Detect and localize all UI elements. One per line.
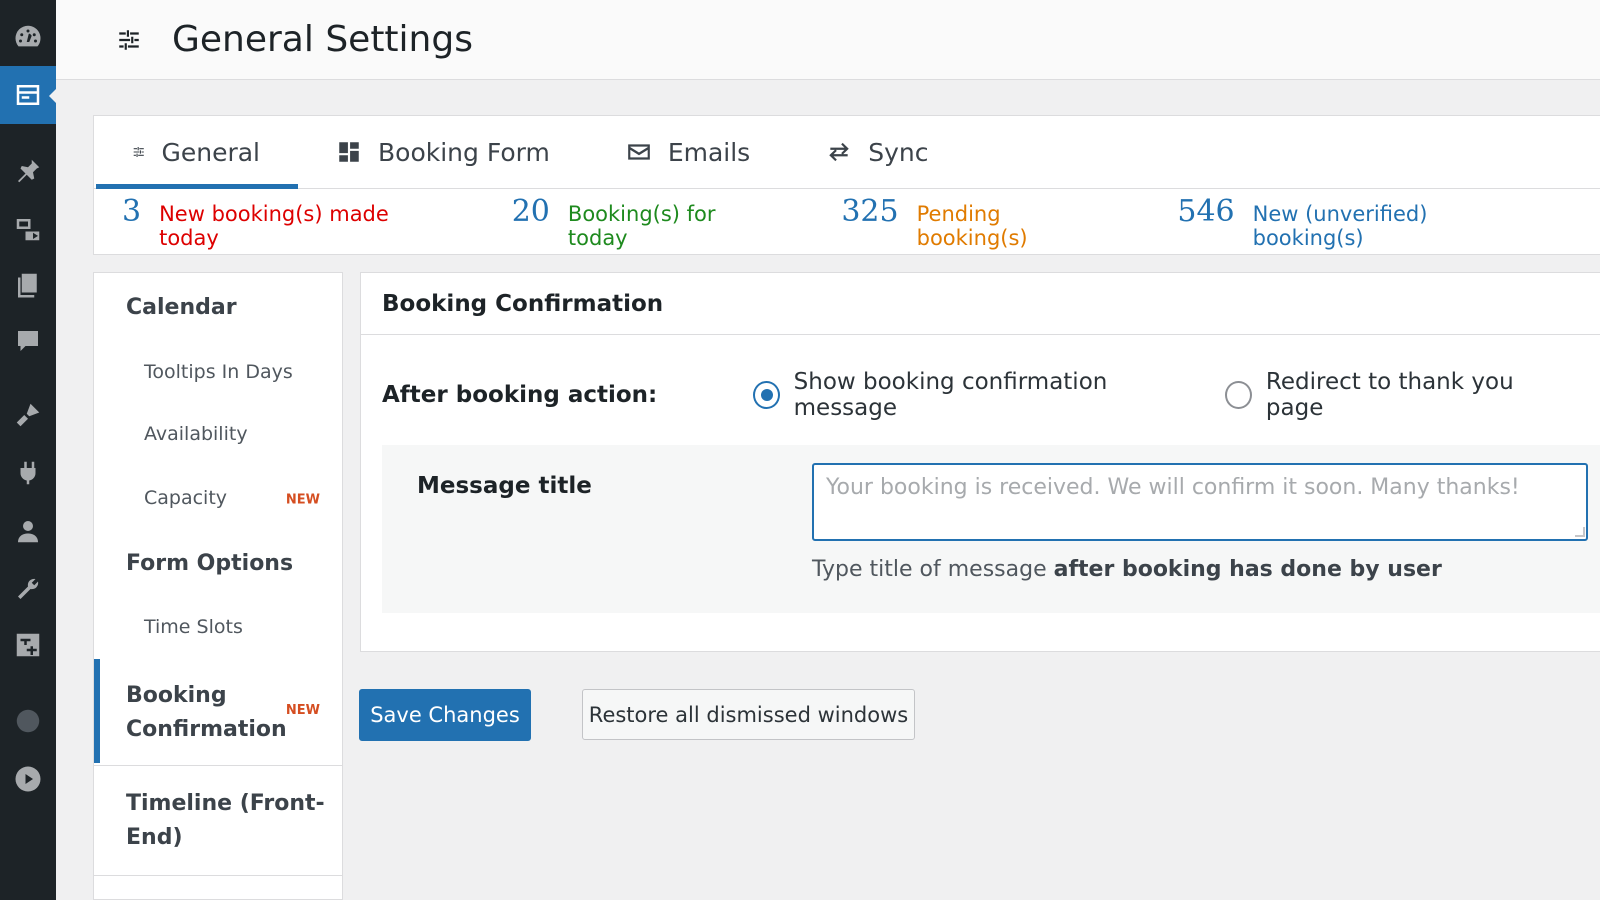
tab-booking-form[interactable]: Booking Form xyxy=(298,116,588,188)
nav-time-slots[interactable]: Time Slots xyxy=(94,616,342,638)
nav-tooltips-in-days[interactable]: Tooltips In Days xyxy=(94,361,342,383)
sliders-icon xyxy=(133,146,144,158)
pages-icon[interactable] xyxy=(0,262,56,308)
panel-title: Booking Confirmation xyxy=(361,273,1600,335)
after-booking-action-label: After booking action: xyxy=(382,382,658,408)
stat-pending[interactable]: 325 Pending booking(s) xyxy=(841,194,1105,250)
plugins-icon[interactable] xyxy=(0,450,56,496)
stat-unverified[interactable]: 546 New (unverified) booking(s) xyxy=(1177,194,1528,250)
media-icon[interactable] xyxy=(0,206,56,252)
sliders-icon xyxy=(119,29,139,50)
globe-icon[interactable] xyxy=(0,698,56,744)
nav-availability[interactable]: Availability xyxy=(94,423,342,445)
radio-checked-icon[interactable] xyxy=(753,381,780,409)
stat-for-today[interactable]: 20 Booking(s) for today xyxy=(512,194,770,250)
nav-form-options[interactable]: Form Options xyxy=(94,551,342,576)
tab-emails[interactable]: Emails xyxy=(588,116,788,188)
nav-separator xyxy=(94,765,342,766)
after-booking-action-row: After booking action: Show booking confi… xyxy=(382,369,1592,421)
stat-new-today[interactable]: 3 New booking(s) made today xyxy=(122,194,440,250)
envelope-icon xyxy=(627,144,650,160)
nav-capacity-label: Capacity xyxy=(144,487,228,509)
save-changes-button[interactable]: Save Changes xyxy=(359,689,531,741)
tab-general[interactable]: General xyxy=(94,116,298,189)
message-title-help: Type title of message after booking has … xyxy=(812,557,1442,582)
radio-redirect[interactable]: Redirect to thank you page xyxy=(1225,369,1560,421)
nav-booking-confirmation[interactable]: Booking Confirmation NEW xyxy=(94,659,342,763)
settings-nav: Calendar Tooltips In Days Availability C… xyxy=(93,272,343,900)
tools-icon[interactable] xyxy=(0,566,56,612)
page-title: General Settings xyxy=(172,19,473,60)
radio-show-message[interactable]: Show booking confirmation message xyxy=(753,369,1193,421)
comments-icon[interactable] xyxy=(0,318,56,364)
nav-timeline-line2: End) xyxy=(126,825,183,850)
message-title-row: Message title Type title of message afte… xyxy=(382,445,1600,613)
booking-calendar-icon[interactable] xyxy=(0,66,57,124)
tabs-panel: General Booking Form Emails Sync 3 New b… xyxy=(93,115,1600,255)
tab-bar: General Booking Form Emails Sync xyxy=(94,116,1600,189)
nav-separator xyxy=(94,875,342,876)
booking-stats: 3 New booking(s) made today 20 Booking(s… xyxy=(94,189,1600,255)
page-header: General Settings xyxy=(56,0,1600,80)
dashboard-icon[interactable] xyxy=(0,14,56,60)
users-icon[interactable] xyxy=(0,508,56,554)
grid-icon xyxy=(339,142,359,162)
new-badge: NEW xyxy=(285,492,320,508)
tab-sync[interactable]: Sync xyxy=(788,116,966,188)
nav-timeline[interactable]: Timeline (Front- End) xyxy=(94,787,342,855)
restore-windows-button[interactable]: Restore all dismissed windows xyxy=(582,689,915,740)
nav-calendar[interactable]: Calendar xyxy=(94,295,342,320)
pin-icon[interactable] xyxy=(0,148,56,194)
resize-grip-icon[interactable] xyxy=(1575,527,1585,537)
appearance-icon[interactable] xyxy=(0,392,56,438)
nav-timeline-line1: Timeline (Front- xyxy=(126,791,325,816)
arrows-icon xyxy=(829,142,849,162)
message-title-label: Message title xyxy=(417,473,592,499)
settings-icon[interactable] xyxy=(0,622,56,668)
new-badge: NEW xyxy=(285,703,320,718)
play-icon[interactable] xyxy=(0,756,56,802)
message-title-input[interactable] xyxy=(812,463,1588,541)
booking-confirmation-panel: Booking Confirmation After booking actio… xyxy=(360,272,1600,652)
nav-capacity[interactable]: Capacity NEW xyxy=(94,487,342,513)
radio-unchecked-icon[interactable] xyxy=(1225,381,1252,409)
admin-sidebar xyxy=(0,0,57,900)
